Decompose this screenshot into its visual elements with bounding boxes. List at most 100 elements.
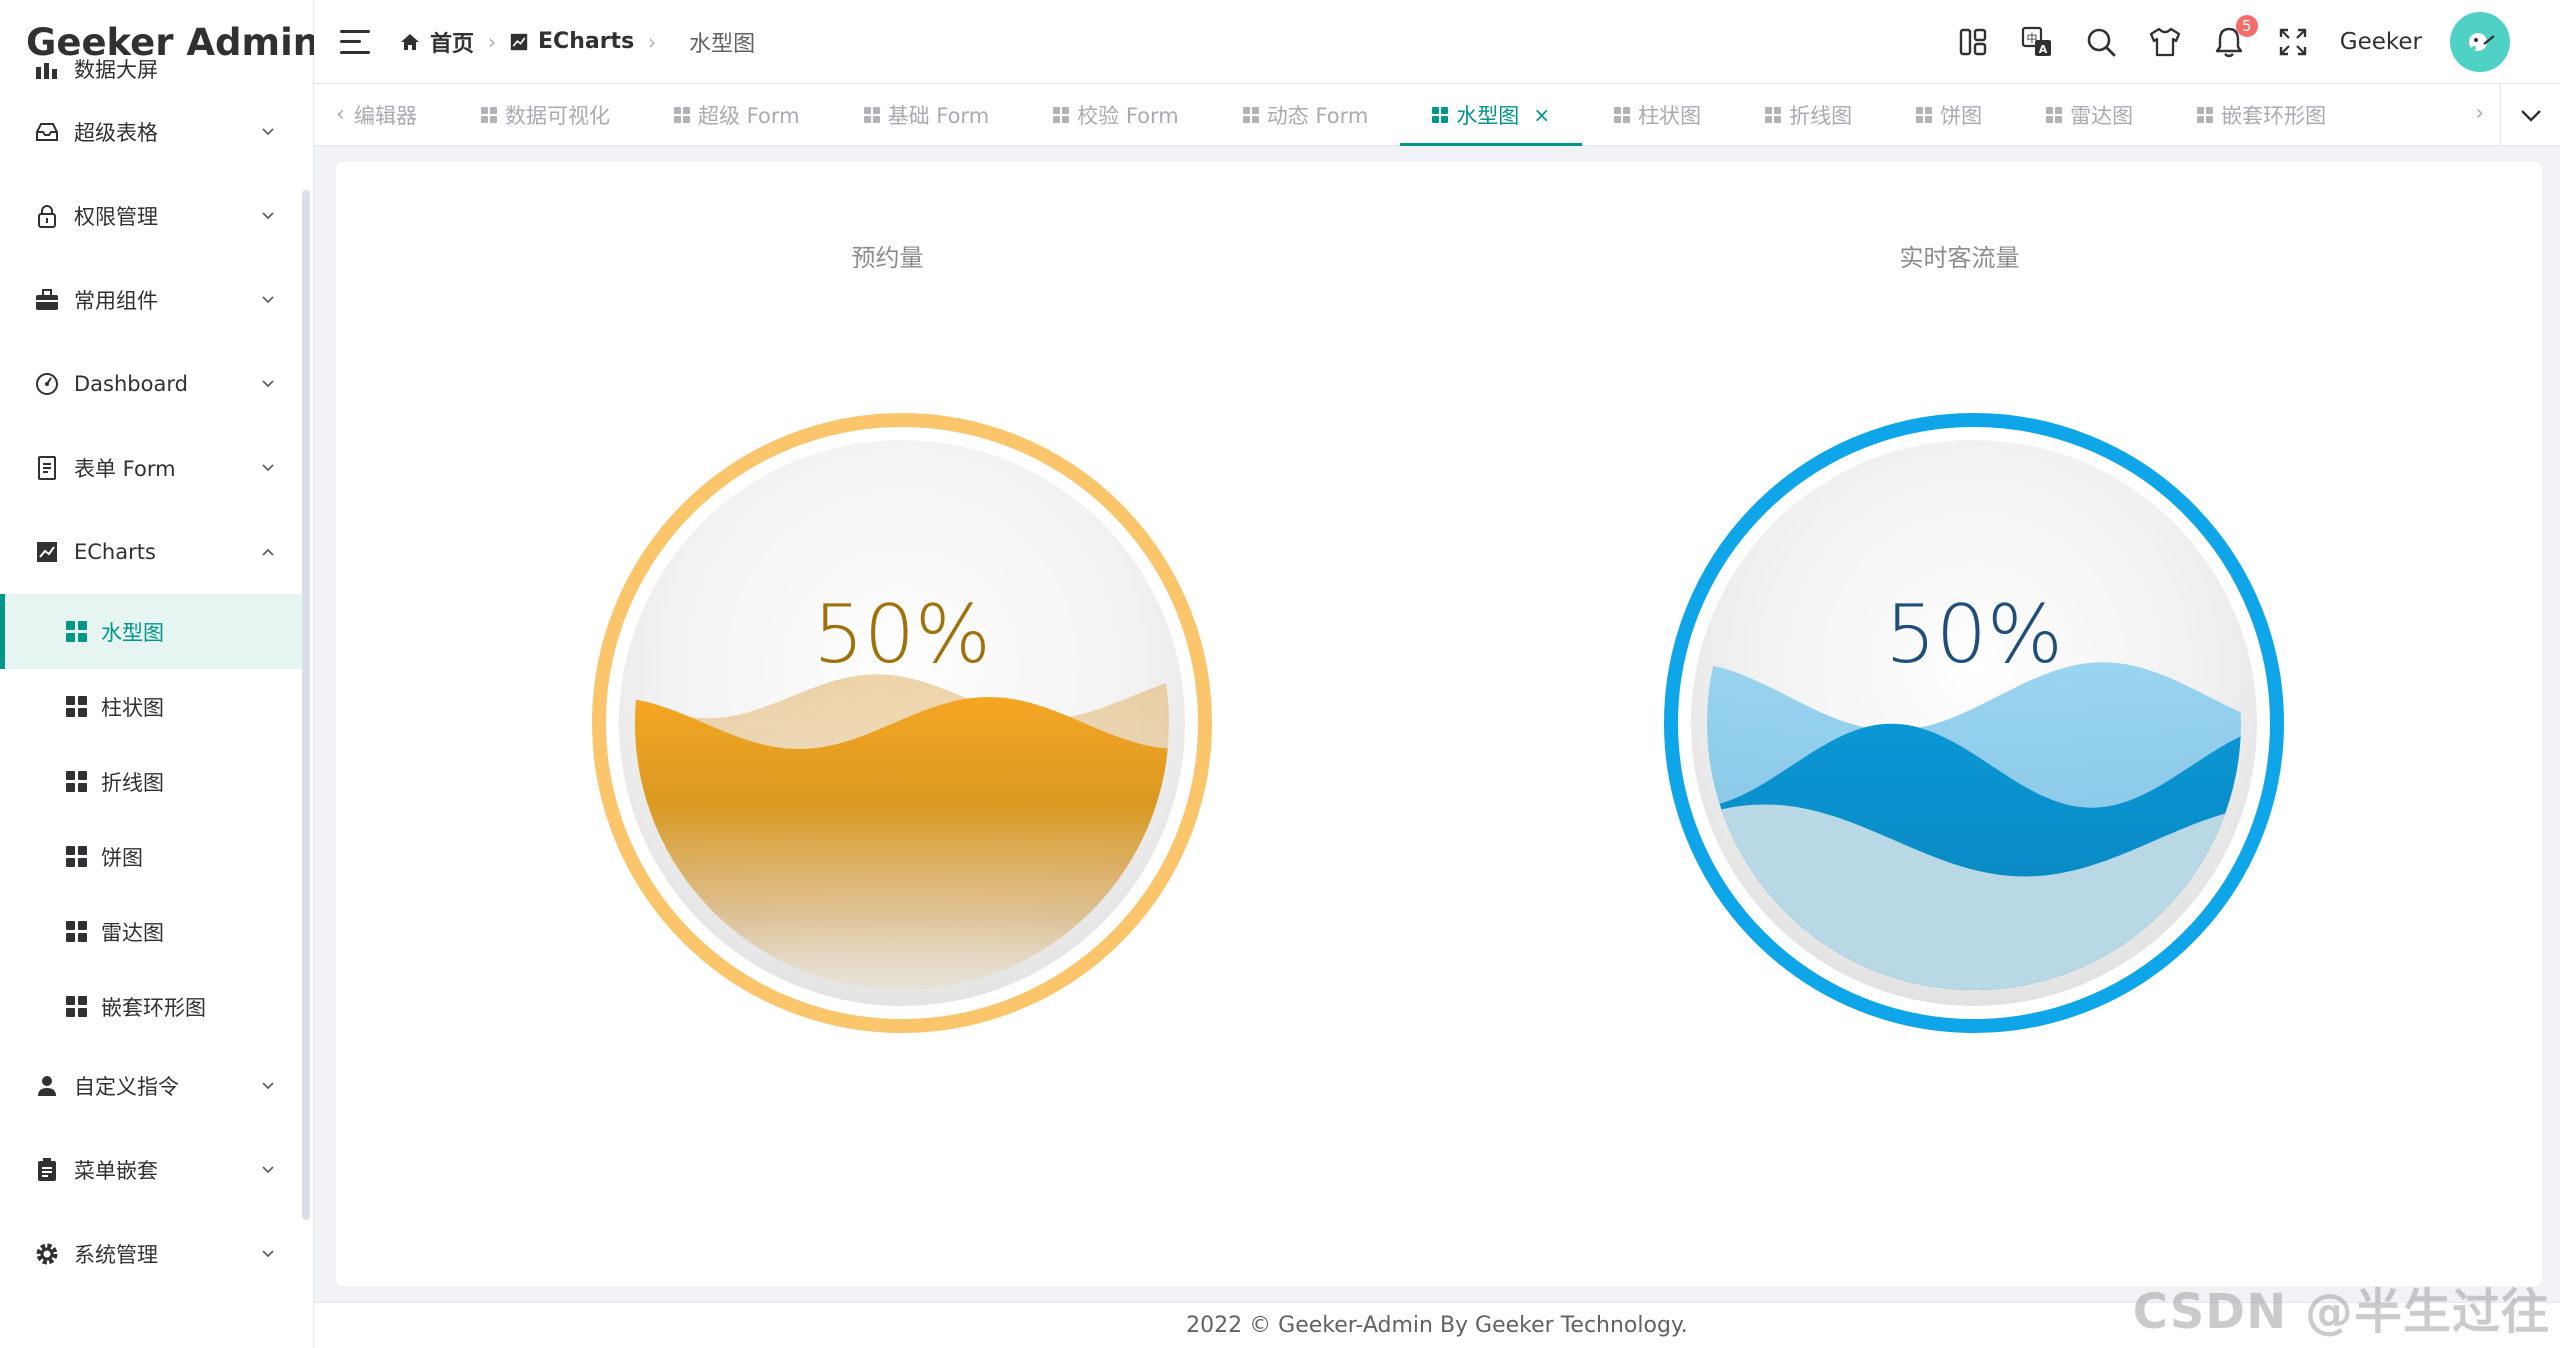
sidebar-subitem-radar-chart[interactable]: 雷达图 [0,894,306,969]
grid-icon [863,107,880,123]
breadcrumb-label: 首页 [430,31,475,57]
sidebar-subitem-bar-chart[interactable]: 柱状图 [0,669,306,744]
tab-data-visualization[interactable]: 数据可视化 [449,84,642,146]
breadcrumb-item-current: 水型图 [670,26,755,58]
sidebar-subitem-label: 柱状图 [101,695,164,720]
tab-super-form[interactable]: 超级 Form [642,84,832,146]
grid-icon [66,696,87,717]
chevron-down-icon [262,1166,274,1174]
close-icon[interactable]: × [1533,103,1550,127]
liquid-value-label: 50% [813,588,991,681]
tab-editor[interactable]: 编辑器 [354,84,449,146]
avatar[interactable] [2450,12,2510,72]
document-icon [34,455,60,481]
sidebar-subitem-nested-ring-chart[interactable]: 嵌套环形图 [0,969,306,1044]
bell-icon[interactable]: 5 [2212,15,2258,59]
search-icon[interactable] [2084,25,2118,59]
tab-pie-chart[interactable]: 饼图 [1884,84,2014,146]
tab-list: 编辑器 数据可视化 超级 Form 基础 Form 校验 Form 动态 For… [354,84,2358,146]
sidebar-item-label: ECharts [74,540,156,564]
header-tools: 中A 5 Geeker [1956,0,2560,84]
tab-validate-form[interactable]: 校验 Form [1021,84,1211,146]
sidebar-item-echarts[interactable]: ECharts [0,510,306,594]
chevron-down-icon [262,380,274,388]
sidebar-item-data-screen[interactable]: 数据大屏 [0,56,306,84]
app-root: Geeker Admin 数据大屏 超级表格 权限管理 常用组件 Dashboa… [0,0,2560,1348]
sidebar-subitem-label: 折线图 [101,770,164,795]
sidebar-item-form[interactable]: 表单 Form [0,426,306,510]
tabs-more-dropdown[interactable] [2500,84,2560,146]
tab-label: 嵌套环形图 [2221,104,2327,128]
grid-icon [2046,107,2063,123]
breadcrumb-label: ECharts [538,29,635,54]
liquid-chart-reservations: 预约量 50% [336,162,1439,1286]
sidebar-item-label: 自定义指令 [74,1075,179,1099]
sidebar-item-super-table[interactable]: 超级表格 [0,90,306,174]
breadcrumb-item-home[interactable]: 首页 [400,26,474,58]
fullscreen-icon[interactable] [2276,25,2310,59]
sidebar-item-custom-directive[interactable]: 自定义指令 [0,1044,306,1128]
sidebar-subitem-line-chart[interactable]: 折线图 [0,744,306,819]
layout-switch-icon[interactable] [1956,25,1990,59]
sidebar-item-permission[interactable]: 权限管理 [0,174,306,258]
chevron-down-icon [262,1082,274,1090]
grid-icon [66,921,87,942]
svg-text:A: A [2039,43,2048,56]
tab-label: 饼图 [1940,104,1983,128]
sidebar-item-dashboard[interactable]: Dashboard [0,342,306,426]
sidebar-subitem-liquid-chart[interactable]: 水型图 [0,594,306,669]
grid-icon [1614,107,1631,123]
breadcrumb-item-echarts[interactable]: ECharts [510,29,634,54]
dashboard-gauge-icon [34,371,60,397]
sidebar-item-label: 超级表格 [74,121,158,145]
grid-icon [1765,107,1782,123]
chart-icon [34,539,60,565]
sidebar-subitem-label: 饼图 [101,845,143,870]
tab-liquid-chart[interactable]: 水型图 × [1400,84,1582,146]
sidebar: Geeker Admin 数据大屏 超级表格 权限管理 常用组件 Dashboa… [0,0,319,1348]
liquid-wave-front [635,697,1169,990]
grid-icon [1053,107,1070,123]
sidebar-subitem-label: 水型图 [101,620,164,645]
bar-chart-icon [34,58,60,84]
tab-label: 超级 Form [698,104,800,128]
chevron-left-icon[interactable]: ‹ [336,102,345,127]
sidebar-item-common-components[interactable]: 常用组件 [0,258,306,342]
tab-radar-chart[interactable]: 雷达图 [2014,84,2165,146]
theme-shirt-icon[interactable] [2148,25,2182,59]
tab-label: 数据可视化 [505,104,610,128]
grid-icon [66,771,87,792]
tab-label: 水型图 [1456,104,1520,128]
tab-bar-chart[interactable]: 柱状图 [1582,84,1733,146]
sidebar-menu: 数据大屏 超级表格 权限管理 常用组件 Dashboard 表单 Form EC… [0,56,306,1348]
menu-toggle-icon[interactable] [340,29,370,54]
chevron-right-icon[interactable]: › [2475,101,2484,126]
clipboard-icon [34,1157,60,1183]
grid-icon [2197,107,2214,123]
grid-icon [674,107,690,123]
liquid-chart-svg: 50% [1664,413,2284,1033]
tab-nested-ring-chart[interactable]: 嵌套环形图 [2165,84,2358,146]
tab-label: 雷达图 [2070,104,2134,128]
breadcrumb-separator: › [488,29,497,54]
sidebar-item-menu-nesting[interactable]: 菜单嵌套 [0,1128,306,1212]
tab-label: 编辑器 [354,104,417,128]
liquid-chart-svg: 50% [592,413,1212,1033]
sidebar-scrollbar[interactable] [302,190,310,1220]
sidebar-item-system-management[interactable]: 系统管理 [0,1212,306,1296]
sidebar-subitem-pie-chart[interactable]: 饼图 [0,819,306,894]
tab-dynamic-form[interactable]: 动态 Form [1211,84,1401,146]
tab-line-chart[interactable]: 折线图 [1733,84,1884,146]
chevron-down-icon [262,128,274,136]
tab-basic-form[interactable]: 基础 Form [832,84,1022,146]
username[interactable]: Geeker [2340,29,2422,55]
grid-icon [66,621,87,642]
grid-icon [481,107,497,123]
liquid-chart-realtime-traffic: 实时客流量 50% [1408,162,2511,1286]
grid-icon [66,846,87,867]
sidebar-item-label: 系统管理 [74,1243,158,1267]
sidebar-item-label: 表单 Form [74,457,176,481]
chevron-up-icon [262,548,274,556]
translate-icon[interactable]: 中A [2020,25,2054,59]
tab-label: 基础 Form [887,104,990,128]
